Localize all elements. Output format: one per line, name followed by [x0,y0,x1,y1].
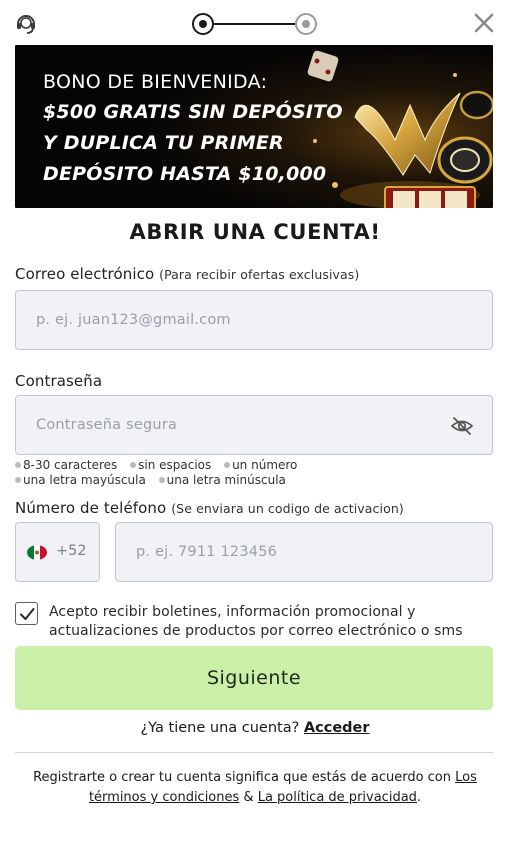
login-prompt-text: ¿Ya tiene una cuenta? [140,720,300,736]
login-prompt: ¿Ya tiene una cuenta? Acceder [0,720,510,736]
banner-headline: BONO DE BIENVENIDA: $500 GRATIS SIN DEPÓ… [43,67,343,190]
phone-label: Número de teléfono (Se enviara un codigo… [15,499,404,517]
next-button[interactable]: Siguiente [15,646,493,710]
consent-checkbox[interactable] [15,602,38,625]
requirement-item: un número [224,458,297,472]
email-placeholder: p. ej. juan123@gmail.com [36,312,231,328]
top-bar [0,0,510,46]
checkmark-icon [19,607,34,620]
country-code-selector[interactable]: +52 [15,522,100,582]
banner-line-3: Y DUPLICA TU PRIMER [43,132,284,154]
country-code: +52 [56,543,87,559]
requirement-item: una letra minúscula [158,473,286,487]
eye-slash-icon[interactable] [450,414,474,438]
password-placeholder: Contraseña segura [36,417,177,433]
page-title: ABRIR UNA CUENTA! [129,220,381,244]
phone-number-field[interactable]: p. ej. 7911 123456 [115,522,493,582]
welcome-bonus-banner[interactable]: BONO DE BIENVENIDA: $500 GRATIS SIN DEPÓ… [15,45,493,208]
requirement-item: 8-30 caracteres [15,458,117,472]
banner-line-1: BONO DE BIENVENIDA: [43,71,268,93]
password-field[interactable]: Contraseña segura [15,395,493,455]
mexico-flag-icon [27,545,47,560]
requirement-item: una letra mayúscula [15,473,146,487]
phone-sublabel: (Se enviara un codigo de activacion) [171,501,404,516]
email-field[interactable]: p. ej. juan123@gmail.com [15,290,493,350]
password-requirements: 8-30 caracteres sin espacios un número [15,458,306,472]
privacy-link[interactable]: La política de privacidad [258,790,417,805]
headset-support-icon[interactable] [14,11,38,35]
login-link[interactable]: Acceder [304,720,370,736]
banner-line-4: DEPÓSITO HASTA $10,000 [43,163,327,185]
email-label: Correo electrónico (Para recibir ofertas… [15,265,359,283]
close-icon[interactable] [472,11,496,35]
email-sublabel: (Para recibir ofertas exclusivas) [159,267,360,282]
terms-joiner: & [243,790,254,805]
email-label-text: Correo electrónico [15,265,155,283]
terms-prefix: Registrarte o crear tu cuenta significa … [33,770,451,785]
requirement-item: sin espacios [130,458,211,472]
slot-machine-icon [384,186,476,208]
divider [15,752,493,753]
terms-suffix: . [416,790,422,805]
terms-notice: Registrarte o crear tu cuenta significa … [25,768,485,808]
password-label: Contraseña [15,372,103,390]
phone-label-text: Número de teléfono [15,499,167,517]
step-progress-indicator [192,13,317,35]
banner-line-2: $500 GRATIS SIN DEPÓSITO [43,101,343,123]
phone-placeholder: p. ej. 7911 123456 [136,544,278,560]
consent-text: Acepto recibir boletines, información pr… [49,604,463,639]
password-requirements-row-2: una letra mayúscula una letra minúscula [15,473,295,487]
